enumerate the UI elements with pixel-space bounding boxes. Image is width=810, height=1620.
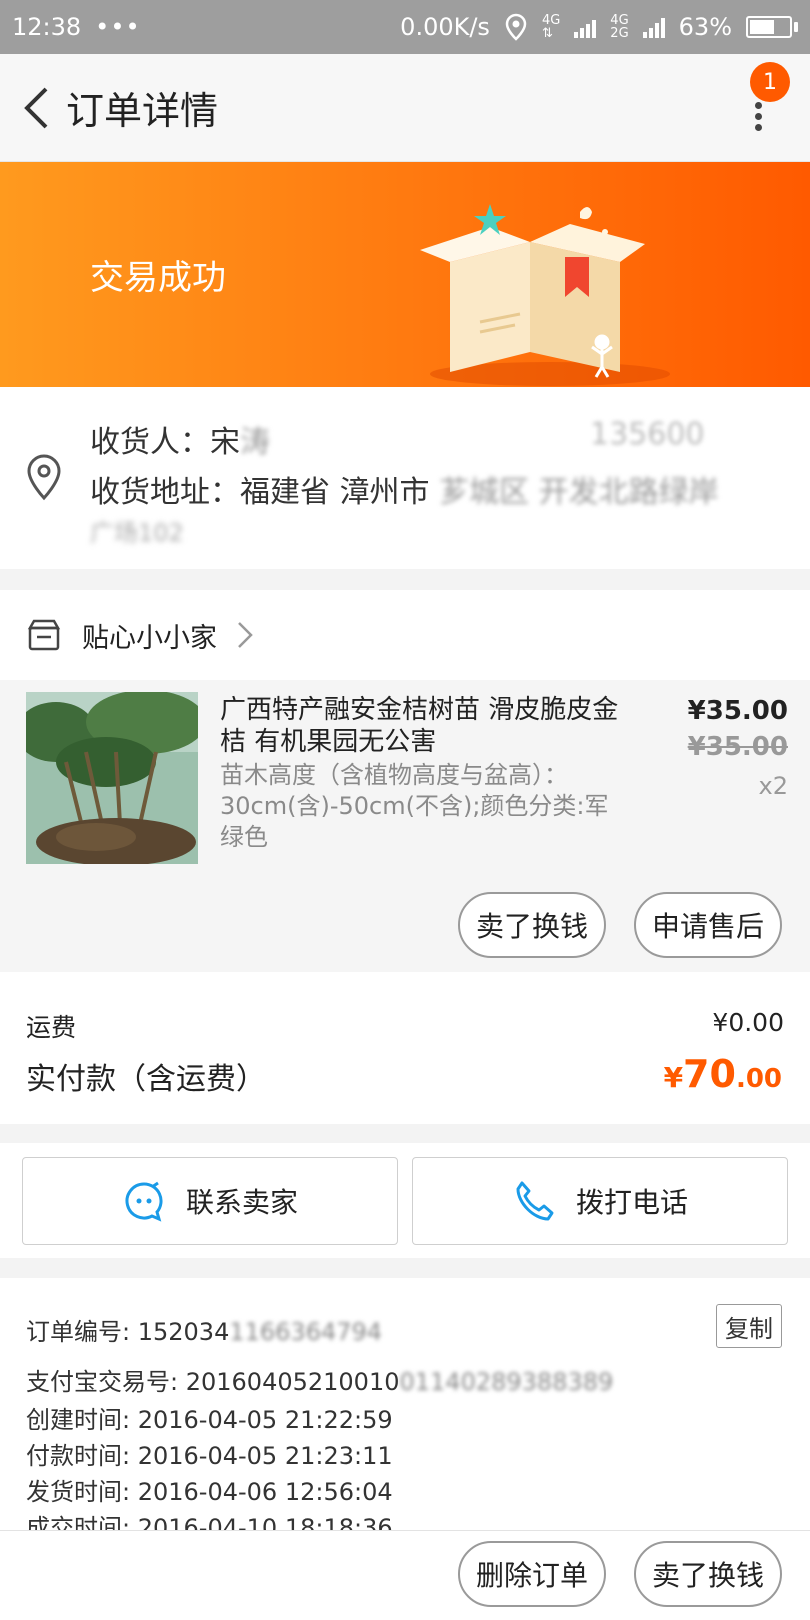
shipped-label: 发货时间:: [26, 1478, 138, 1506]
status-bar: 12:38 ••• 0.00K/s 4G ⇅ 4G 2G 63%: [0, 0, 810, 54]
order-number-visible: 152034: [137, 1318, 230, 1346]
order-number-line: 订单编号: 1520341166364794: [26, 1312, 382, 1347]
product-thumbnail[interactable]: [26, 692, 198, 864]
notification-badge: 1: [750, 62, 790, 102]
sell-for-cash-button[interactable]: 卖了换钱: [458, 892, 606, 958]
back-arrow-icon[interactable]: [6, 78, 66, 138]
shipping-address-card[interactable]: 收货人：宋涛 135600 收货地址：福建省 漳州市 芗城区 开发北路绿岸 广场…: [0, 387, 810, 569]
shipped-value: 2016-04-06 12:56:04: [137, 1478, 393, 1506]
shop-row[interactable]: 贴心小小家: [0, 590, 810, 680]
address-line-2: 广场102: [90, 519, 184, 547]
shipped-time-line: 发货时间: 2016-04-06 12:56:04: [26, 1472, 393, 1507]
battery-icon: [746, 16, 798, 38]
shipping-value: ¥0.00: [712, 1008, 784, 1037]
location-icon: [505, 13, 527, 41]
contact-row: 联系卖家 拨打电话: [0, 1143, 810, 1258]
sell-for-cash-footer-button[interactable]: 卖了换钱: [634, 1541, 782, 1607]
address-province: 福建省: [240, 475, 330, 510]
paid-integer: 70: [683, 1052, 736, 1096]
alipay-visible: 20160405210010: [185, 1368, 400, 1396]
order-number-hidden: 1166364794: [229, 1318, 383, 1346]
paid-time-value: 2016-04-05 21:23:11: [137, 1442, 393, 1470]
phone-icon: [516, 1181, 554, 1221]
product-price: ¥35.00: [687, 696, 788, 726]
signal-2-icon: [642, 16, 665, 38]
status-time: 12:38: [12, 13, 82, 41]
signal-1-icon: [574, 16, 597, 38]
app-header: 订单详情 1: [0, 54, 810, 162]
product-quantity: x2: [758, 772, 788, 800]
delete-order-button[interactable]: 删除订单: [458, 1541, 606, 1607]
receiver-label: 收货人：: [90, 425, 210, 460]
net-speed: 0.00K/s: [400, 13, 490, 41]
shop-icon: [27, 619, 61, 651]
order-item[interactable]: 广西特产融安金桔树苗 滑皮脆皮金桔 有机果园无公害 苗木高度（含植物高度与盆高）…: [0, 680, 810, 972]
order-totals: 运费 ¥0.00 实付款（含运费） ¥70.00: [0, 972, 810, 1124]
order-status-text: 交易成功: [90, 258, 226, 298]
product-spec: 苗木高度（含植物高度与盆高）：30cm(含)-50cm(不含);颜色分类:军绿色: [220, 761, 609, 851]
open-box-illustration: [420, 204, 670, 386]
chevron-right-icon: [238, 622, 253, 648]
created-time-line: 创建时间: 2016-04-05 21:22:59: [26, 1400, 393, 1435]
net-type-2: 4G 2G: [610, 13, 629, 41]
call-phone-label: 拨打电话: [575, 1186, 688, 1219]
receiver-name-hidden: 涛: [240, 425, 270, 460]
address-line: 收货地址：福建省 漳州市 芗城区 开发北路绿岸: [90, 467, 719, 511]
alipay-label: 支付宝交易号:: [26, 1368, 186, 1396]
call-phone-button[interactable]: 拨打电话: [412, 1157, 788, 1245]
footer-actions: 删除订单 卖了换钱: [0, 1530, 810, 1620]
paid-time-line: 付款时间: 2016-04-05 21:23:11: [26, 1436, 393, 1471]
paid-label: 实付款（含运费）: [26, 1062, 266, 1097]
net-type-1: 4G ⇅: [541, 13, 561, 41]
contact-seller-label: 联系卖家: [185, 1186, 298, 1219]
receiver-name: 宋: [210, 425, 240, 460]
order-number-label: 订单编号:: [26, 1318, 138, 1346]
product-original-price: ¥35.00: [687, 732, 788, 762]
copy-button[interactable]: 复制: [716, 1304, 782, 1348]
chat-bubble-icon: [125, 1181, 163, 1222]
location-pin-icon: [27, 454, 61, 501]
address-detail-hidden: 芗城区 开发北路绿岸: [439, 475, 719, 510]
receiver-line: 收货人：宋涛: [90, 417, 270, 461]
order-status-banner: 交易成功: [0, 162, 810, 387]
paid-amount: ¥70.00: [664, 1052, 782, 1096]
page-title: 订单详情: [66, 89, 219, 133]
more-menu-icon[interactable]: [748, 98, 768, 134]
paid-currency: ¥: [663, 1061, 684, 1094]
created-value: 2016-04-05 21:22:59: [137, 1406, 393, 1434]
paid-time-label: 付款时间:: [26, 1442, 138, 1470]
created-label: 创建时间:: [26, 1406, 138, 1434]
alipay-line: 支付宝交易号: 2016040521001001140289388389: [26, 1362, 613, 1397]
order-info: 订单编号: 1520341166364794 复制 支付宝交易号: 201604…: [0, 1278, 810, 1530]
closed-label: 成交时间:: [26, 1514, 138, 1530]
contact-seller-button[interactable]: 联系卖家: [22, 1157, 398, 1245]
address-label: 收货地址：: [90, 475, 240, 510]
paid-decimal: .00: [735, 1064, 782, 1094]
closed-time-line: 成交时间: 2016-04-10 18:18:36: [26, 1508, 393, 1530]
battery-percent: 63%: [678, 13, 732, 41]
receiver-phone: 135600: [590, 417, 705, 452]
address-city: 漳州市: [339, 475, 430, 510]
shipping-label: 运费: [26, 1013, 77, 1042]
after-sale-button[interactable]: 申请售后: [634, 892, 782, 958]
product-title[interactable]: 广西特产融安金桔树苗 滑皮脆皮金桔 有机果园无公害: [220, 694, 620, 758]
notification-dots-icon: •••: [95, 13, 141, 41]
alipay-hidden: 01140289388389: [399, 1368, 614, 1396]
shop-name: 贴心小小家: [82, 622, 217, 654]
closed-value: 2016-04-10 18:18:36: [137, 1514, 393, 1530]
